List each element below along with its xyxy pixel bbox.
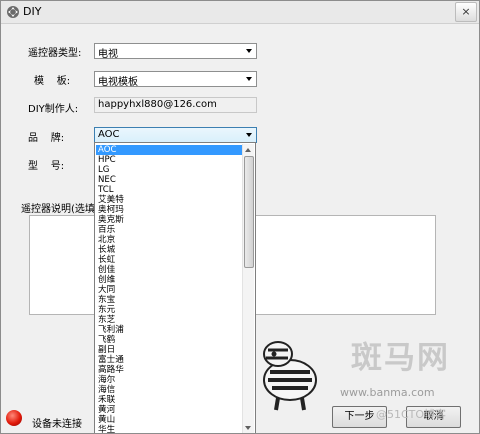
brand-option[interactable]: 富士通 <box>96 355 244 365</box>
brand-option[interactable]: 飞鹤 <box>96 335 244 345</box>
brand-dropdown-list[interactable]: AOC HPC LG NEC TCL 艾美特 奥柯玛 奥克斯 百乐 北京 长城 长虹 创佳 创维 大同 东宝东… <box>94 142 256 433</box>
zebra-logo <box>263 341 317 411</box>
brand-option[interactable]: 北京 <box>96 235 244 245</box>
scroll-up-icon[interactable] <box>245 148 251 152</box>
close-button[interactable]: × <box>455 2 477 22</box>
remote-type-label: 遥控器类型: <box>28 48 82 59</box>
brand-option[interactable]: 大同 <box>96 285 244 295</box>
watermark-url: www.banma.com <box>340 386 435 399</box>
brand-option[interactable]: AOC <box>96 145 244 155</box>
brand-option[interactable]: 长城 <box>96 245 244 255</box>
model-label: 型 号: <box>28 161 65 172</box>
brand-option[interactable]: 创佳 <box>96 265 244 275</box>
maker-label: DIY制作人: <box>28 104 79 115</box>
close-icon: × <box>461 5 471 18</box>
template-select[interactable]: 电视模板 <box>94 71 257 88</box>
brand-option[interactable]: 东芝 <box>96 315 244 325</box>
brand-option[interactable]: HPC <box>96 155 244 165</box>
brand-value: AOC <box>98 129 120 140</box>
brand-select[interactable]: AOC <box>94 127 257 143</box>
brand-option[interactable]: 百乐 <box>96 225 244 235</box>
template-label: 模 板: <box>34 76 71 87</box>
remote-type-value: 电视 <box>98 49 118 60</box>
maker-field[interactable]: happyhxl880@126.com <box>94 97 257 113</box>
brand-option[interactable]: 华生 <box>96 425 244 433</box>
brand-option[interactable]: 奥克斯 <box>96 215 244 225</box>
brand-option[interactable]: 高路华 <box>96 365 244 375</box>
app-icon <box>7 6 19 18</box>
chevron-down-icon <box>246 49 252 53</box>
maker-value: happyhxl880@126.com <box>98 99 217 110</box>
watermark-blog: @51CTO博客 <box>376 408 447 421</box>
description-label: 遥控器说明(选填) <box>21 204 99 215</box>
brand-option[interactable]: 禾联 <box>96 395 244 405</box>
brand-option[interactable]: 艾美特 <box>96 195 244 205</box>
brand-option[interactable]: 海尔 <box>96 375 244 385</box>
brand-option[interactable]: 创维 <box>96 275 244 285</box>
brand-option[interactable]: LG <box>96 165 244 175</box>
watermark-brand: 斑马网 <box>351 340 450 376</box>
template-value: 电视模板 <box>98 77 138 88</box>
brand-option[interactable]: 副日 <box>96 345 244 355</box>
brand-option[interactable]: TCL <box>96 185 244 195</box>
brand-option[interactable]: 黄山 <box>96 415 244 425</box>
window-title: DIY <box>23 5 42 18</box>
brand-option[interactable]: 奥柯玛 <box>96 205 244 215</box>
chevron-down-icon <box>246 77 252 81</box>
scroll-thumb[interactable] <box>244 156 254 268</box>
connection-status-text: 设备未连接 <box>32 419 82 430</box>
remote-type-select[interactable]: 电视 <box>94 43 257 60</box>
brand-option[interactable]: NEC <box>96 175 244 185</box>
title-bar: DIY × <box>1 1 479 24</box>
brand-option[interactable]: 飞利浦 <box>96 325 244 335</box>
scroll-down-icon[interactable] <box>245 426 251 430</box>
brand-option[interactable]: 海信 <box>96 385 244 395</box>
brand-option[interactable]: 东元 <box>96 305 244 315</box>
brand-option[interactable]: 长虹 <box>96 255 244 265</box>
brand-label: 品 牌: <box>28 133 65 144</box>
brand-option[interactable]: 黄河 <box>96 405 244 415</box>
brand-option[interactable]: 东宝 <box>96 295 244 305</box>
connection-status-icon <box>6 410 22 426</box>
chevron-down-icon <box>246 133 252 137</box>
diy-window: DIY × 遥控器类型: 电视 模 板: 电视模板 DIY制作人: happyh… <box>0 0 480 434</box>
